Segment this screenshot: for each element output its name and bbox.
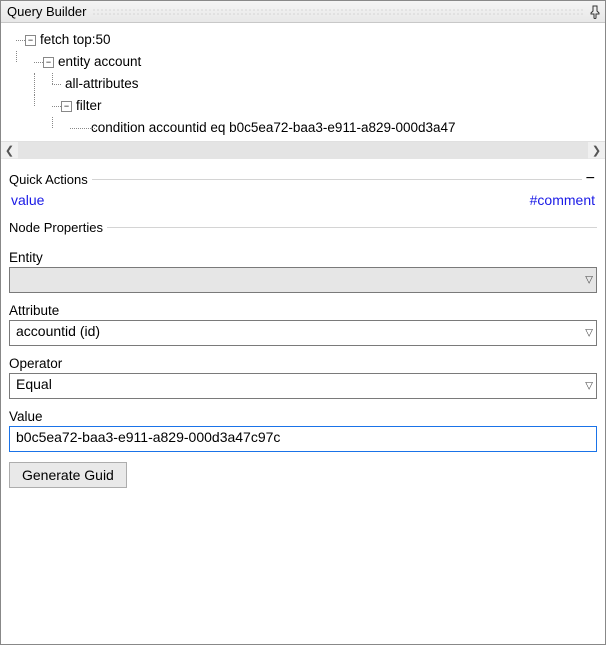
entity-combo[interactable]: ▽ [9, 267, 597, 293]
tree-node-label: all-attributes [65, 74, 139, 94]
title-grip[interactable] [92, 8, 583, 16]
scroll-left-icon[interactable]: ❮ [1, 142, 18, 159]
value-link[interactable]: value [11, 192, 44, 208]
quick-actions-title: Quick Actions [9, 172, 88, 187]
tree-node-filter[interactable]: − filter [7, 95, 601, 117]
tree-node-label: condition accountid eq b0c5ea72-baa3-e91… [91, 118, 456, 138]
node-properties-group: Node Properties [9, 218, 597, 236]
value-input[interactable]: b0c5ea72-baa3-e911-a829-000d3a47c97c [9, 426, 597, 452]
divider [1, 158, 605, 170]
tree-node-allattributes[interactable]: all-attributes [7, 73, 601, 95]
scroll-track[interactable] [18, 142, 588, 159]
divider [107, 227, 597, 228]
quick-actions-group: Quick Actions − value #comment [9, 170, 597, 218]
panel-title: Query Builder [7, 4, 86, 19]
tree-node-label: fetch top:50 [40, 30, 111, 50]
query-builder-panel: Query Builder − fetch top:50 − entity ac… [0, 0, 606, 645]
comment-link[interactable]: #comment [530, 192, 595, 208]
generate-guid-button[interactable]: Generate Guid [9, 462, 127, 488]
collapse-icon[interactable]: − [43, 57, 54, 68]
scroll-right-icon[interactable]: ❯ [588, 142, 605, 159]
value-label: Value [9, 409, 597, 424]
collapse-icon[interactable]: − [61, 101, 72, 112]
pin-icon[interactable] [589, 5, 601, 19]
tree-node-fetch[interactable]: − fetch top:50 [7, 29, 601, 51]
properties-form: Entity ▽ Attribute accountid (id) ▽ Oper… [9, 240, 597, 488]
collapse-icon[interactable]: − [586, 174, 597, 184]
horizontal-scrollbar[interactable]: ❮ ❯ [1, 141, 605, 158]
operator-label: Operator [9, 356, 597, 371]
node-properties-title: Node Properties [9, 220, 103, 235]
attribute-combo[interactable]: accountid (id) ▽ [9, 320, 597, 346]
panel-titlebar: Query Builder [1, 1, 605, 23]
collapse-icon[interactable]: − [25, 35, 36, 46]
tree-node-label: entity account [58, 52, 141, 72]
divider [92, 179, 582, 180]
entity-label: Entity [9, 250, 597, 265]
tree-node-label: filter [76, 96, 102, 116]
tree-node-condition[interactable]: condition accountid eq b0c5ea72-baa3-e91… [7, 117, 601, 139]
tree-node-entity[interactable]: − entity account [7, 51, 601, 73]
tree-view[interactable]: − fetch top:50 − entity account all-attr… [1, 23, 605, 141]
operator-combo[interactable]: Equal ▽ [9, 373, 597, 399]
attribute-label: Attribute [9, 303, 597, 318]
